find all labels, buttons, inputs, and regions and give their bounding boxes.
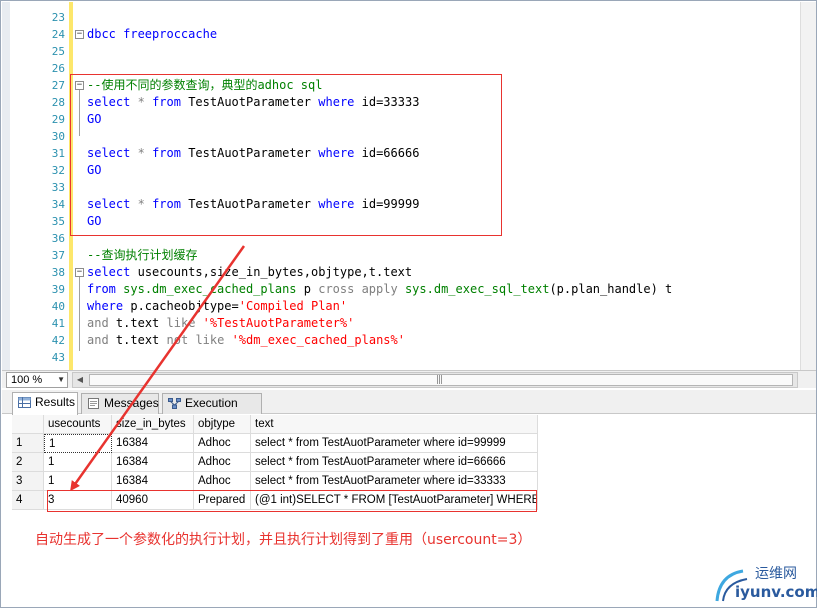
line-number: 35 [51, 215, 65, 228]
tab-execution-plan[interactable]: Execution plan [162, 393, 262, 429]
keyword: not [166, 333, 189, 347]
row-number[interactable]: 3 [12, 472, 44, 491]
scrollbar-thumb[interactable]: ||| [89, 374, 793, 386]
line-number: 25 [51, 45, 65, 58]
code-line-24: dbcc freeproccache [87, 27, 218, 41]
table-cell[interactable]: select * from TestAuotParameter where id… [251, 434, 538, 453]
grid-icon [18, 397, 31, 408]
horizontal-scrollbar[interactable]: ◀ ||| [72, 372, 798, 388]
line-number: 38 [51, 266, 65, 279]
line-number: 30 [51, 130, 65, 143]
code-line-38: select usecounts,size_in_bytes,objtype,t… [87, 264, 412, 281]
line-number: 28 [51, 96, 65, 109]
table-cell[interactable]: 16384 [112, 453, 194, 472]
highlight-box-queries [70, 74, 502, 236]
tab-label: Results [35, 395, 76, 409]
keyword: where [87, 299, 124, 313]
table-cell[interactable]: 16384 [112, 434, 194, 453]
code-line-40: where p.cacheobjtype='Compiled Plan' [87, 298, 347, 315]
system-function: sys.dm_exec_sql_text [404, 282, 550, 296]
line-number: 27 [51, 79, 65, 92]
line-number: 26 [51, 62, 65, 75]
table-cell[interactable]: 1 [44, 434, 112, 453]
line-number: 36 [51, 232, 65, 245]
string-literal: '%TestAuotParameter%' [202, 316, 355, 330]
zoom-dropdown[interactable]: 100 % ▼ [6, 372, 68, 388]
collapse-icon[interactable]: − [75, 30, 84, 39]
expression: t.text [115, 333, 160, 347]
fold-guide [79, 277, 80, 351]
collapse-icon[interactable]: − [75, 268, 84, 277]
line-number: 40 [51, 300, 65, 313]
keyword: like [166, 316, 196, 330]
code-line-42: and t.text not like '%dm_exec_cached_pla… [87, 332, 405, 349]
sql-query-window: 23 24 25 26 27 28 29 30 31 32 33 34 35 3… [0, 0, 817, 608]
watermark-bottom: iyunv.com [735, 583, 817, 601]
code-line-41: and t.text like '%TestAuotParameter%' [87, 315, 354, 332]
table-cell[interactable]: select * from TestAuotParameter where id… [251, 472, 538, 491]
table-cell[interactable]: Adhoc [194, 453, 251, 472]
line-number: 29 [51, 113, 65, 126]
column-list: usecounts,size_in_bytes,objtype,t.text [137, 265, 413, 279]
row-number[interactable]: 1 [12, 434, 44, 453]
column-header[interactable]: usecounts [44, 415, 112, 434]
results-tabs: Results Messages Execution plan [2, 390, 816, 429]
alias: p [303, 282, 311, 296]
table-cell[interactable]: 1 [44, 453, 112, 472]
keyword: like [195, 333, 225, 347]
code-line-39: from sys.dm_exec_cached_plans p cross ap… [87, 281, 672, 298]
zoom-value: 100 % [11, 374, 43, 386]
line-number: 37 [51, 249, 65, 262]
keyword: cross apply [318, 282, 398, 296]
line-number: 42 [51, 334, 65, 347]
column-header[interactable]: size_in_bytes [112, 415, 194, 434]
editor-margin [2, 2, 10, 370]
code-line-37: --查询执行计划缓存 [87, 248, 198, 262]
line-number: 24 [51, 28, 65, 41]
tab-messages[interactable]: Messages [81, 393, 159, 414]
table-cell[interactable]: 16384 [112, 472, 194, 491]
tab-results[interactable]: Results [12, 392, 78, 415]
line-number: 34 [51, 198, 65, 211]
column-header[interactable]: text [251, 415, 538, 434]
column-header[interactable]: objtype [194, 415, 251, 434]
row-number[interactable]: 4 [12, 491, 44, 510]
expression: p.cacheobjtype= [130, 299, 239, 313]
expression: t.text [115, 316, 160, 330]
tab-label: Messages [104, 396, 159, 410]
line-number: 39 [51, 283, 65, 296]
string-literal: '%dm_exec_cached_plans%' [231, 333, 405, 347]
keyword: select [87, 265, 131, 279]
table-cell[interactable]: Adhoc [194, 472, 251, 491]
editor-status-bar: 100 % ▼ ◀ ||| [2, 370, 816, 388]
line-number: 31 [51, 147, 65, 160]
site-watermark: 运维网 iyunv.com [713, 561, 817, 605]
watermark-top: 运维网 [755, 566, 797, 582]
system-view: sys.dm_exec_cached_plans [123, 282, 297, 296]
grid-corner [12, 415, 44, 434]
function-args: (p.plan_handle) t [549, 282, 673, 296]
table-cell[interactable]: select * from TestAuotParameter where id… [251, 453, 538, 472]
annotation-text: 自动生成了一个参数化的执行计划，并且执行计划得到了重用（usercount=3） [35, 532, 532, 548]
line-number: 32 [51, 164, 65, 177]
execution-plan-icon [168, 398, 181, 409]
messages-icon [88, 398, 99, 409]
vertical-scrollbar[interactable] [800, 2, 816, 370]
highlight-box-prepared-row [47, 490, 537, 512]
keyword: from [87, 282, 116, 296]
grip-icon: ||| [436, 375, 443, 385]
line-number: 33 [51, 181, 65, 194]
string-literal: 'Compiled Plan' [238, 299, 348, 313]
line-number-gutter: 23 24 25 26 27 28 29 30 31 32 33 34 35 3… [10, 2, 68, 370]
line-number: 41 [51, 317, 65, 330]
keyword: and [87, 333, 109, 347]
scroll-left-icon[interactable]: ◀ [73, 373, 87, 387]
line-number: 23 [51, 11, 65, 24]
keyword: and [87, 316, 109, 330]
chevron-down-icon[interactable]: ▼ [57, 373, 65, 387]
line-number: 43 [51, 351, 65, 364]
table-cell[interactable]: Adhoc [194, 434, 251, 453]
row-number[interactable]: 2 [12, 453, 44, 472]
table-cell[interactable]: 1 [44, 472, 112, 491]
